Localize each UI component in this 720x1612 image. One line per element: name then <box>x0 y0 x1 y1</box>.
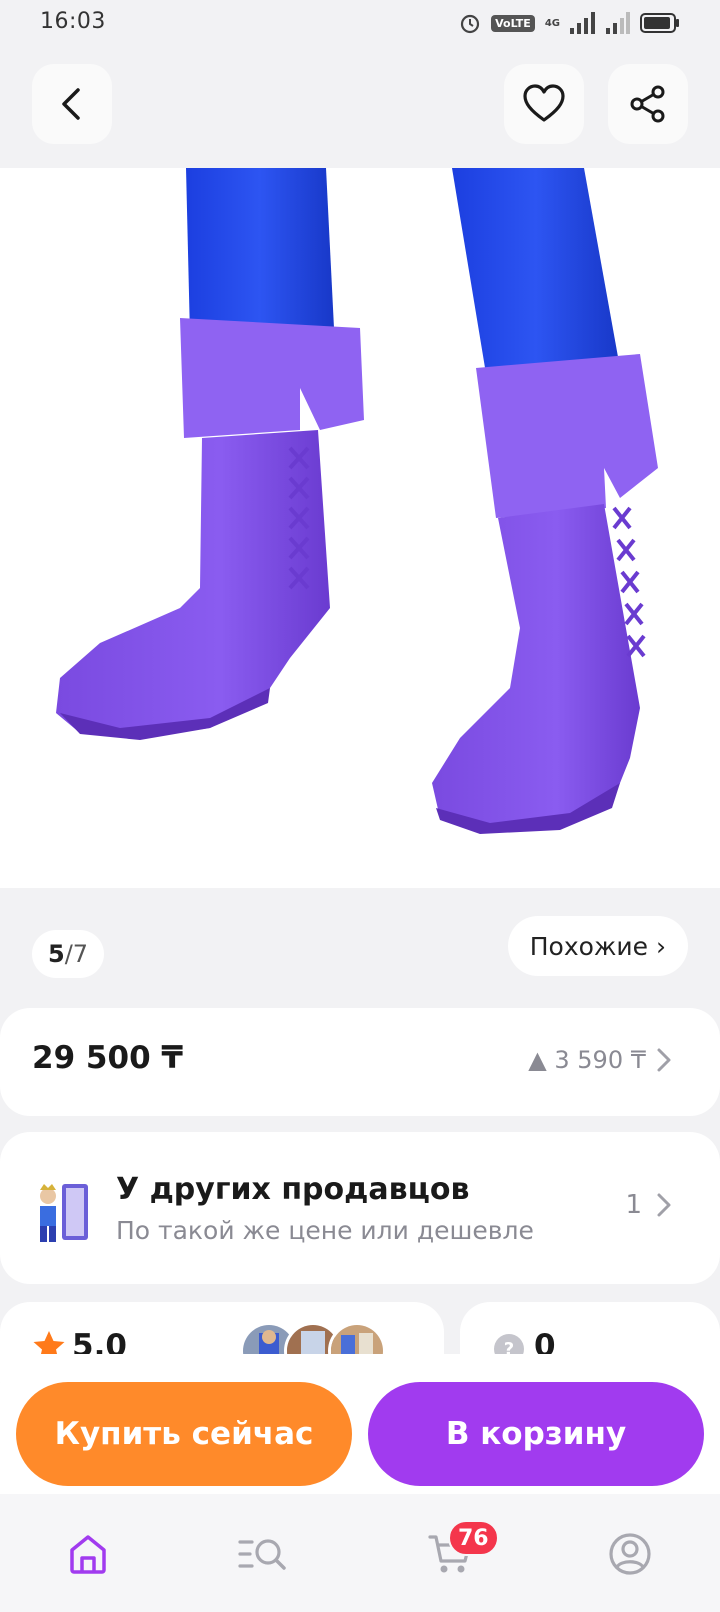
status-bar: 16:03 VoLTE 4G <box>0 0 720 48</box>
cart-count-badge: 76 <box>448 1520 499 1556</box>
product-photo-boots <box>56 168 658 834</box>
price-diff-value: ▲ 3 590 ₸ <box>528 1046 646 1074</box>
volte-icon: VoLTE <box>491 14 535 32</box>
share-icon <box>630 85 665 123</box>
home-icon <box>70 1535 106 1574</box>
price-history[interactable]: ▲ 3 590 ₸ <box>528 1046 672 1074</box>
image-counter-current: 5 <box>48 940 65 968</box>
image-counter-total: 7 <box>72 940 89 968</box>
battery-icon <box>640 13 679 33</box>
chevron-right-icon <box>657 1048 671 1072</box>
back-button[interactable] <box>32 64 112 144</box>
share-button[interactable] <box>608 64 688 144</box>
signal-2-icon <box>606 12 630 34</box>
nav-profile[interactable] <box>600 1524 660 1584</box>
chevron-right-icon <box>657 1193 671 1217</box>
status-icons: VoLTE 4G <box>459 12 680 34</box>
chevron-left-icon <box>62 88 80 120</box>
heart-icon <box>523 84 565 122</box>
profile-icon <box>609 1533 651 1575</box>
other-sellers-count-value: 1 <box>625 1190 642 1220</box>
network-type-icon: 4G <box>544 17 560 29</box>
add-to-cart-button[interactable]: В корзину <box>368 1382 704 1486</box>
catalog-search-icon <box>238 1539 286 1570</box>
other-sellers-count: 1 <box>625 1190 672 1220</box>
nav-catalog[interactable] <box>232 1524 292 1584</box>
top-bar <box>0 48 720 168</box>
favorite-button[interactable] <box>504 64 584 144</box>
gallery-bar: 5 / 7 Похожие › <box>0 888 720 1008</box>
status-time: 16:03 <box>40 9 106 34</box>
image-counter-separator: / <box>64 940 73 968</box>
signal-icon <box>570 12 595 34</box>
price-card[interactable]: 29 500 ₸ ▲ 3 590 ₸ <box>0 1008 720 1116</box>
other-sellers-subtitle: По такой же цене или дешевле <box>116 1216 534 1245</box>
seller-product-thumbnail <box>32 1170 92 1248</box>
nav-home[interactable] <box>58 1524 118 1584</box>
image-counter: 5 / 7 <box>32 930 105 978</box>
action-bar: Купить сейчас В корзину <box>0 1354 720 1494</box>
buy-now-button[interactable]: Купить сейчас <box>16 1382 352 1486</box>
similar-products-button[interactable]: Похожие › <box>507 916 688 976</box>
other-sellers-title: У других продавцов <box>116 1172 470 1207</box>
alarm-icon <box>461 14 480 34</box>
product-image[interactable] <box>0 168 720 888</box>
other-sellers-card[interactable]: У других продавцов По такой же цене или … <box>0 1132 720 1284</box>
price-value: 29 500 ₸ <box>32 1040 184 1076</box>
bottom-nav <box>0 1494 720 1612</box>
